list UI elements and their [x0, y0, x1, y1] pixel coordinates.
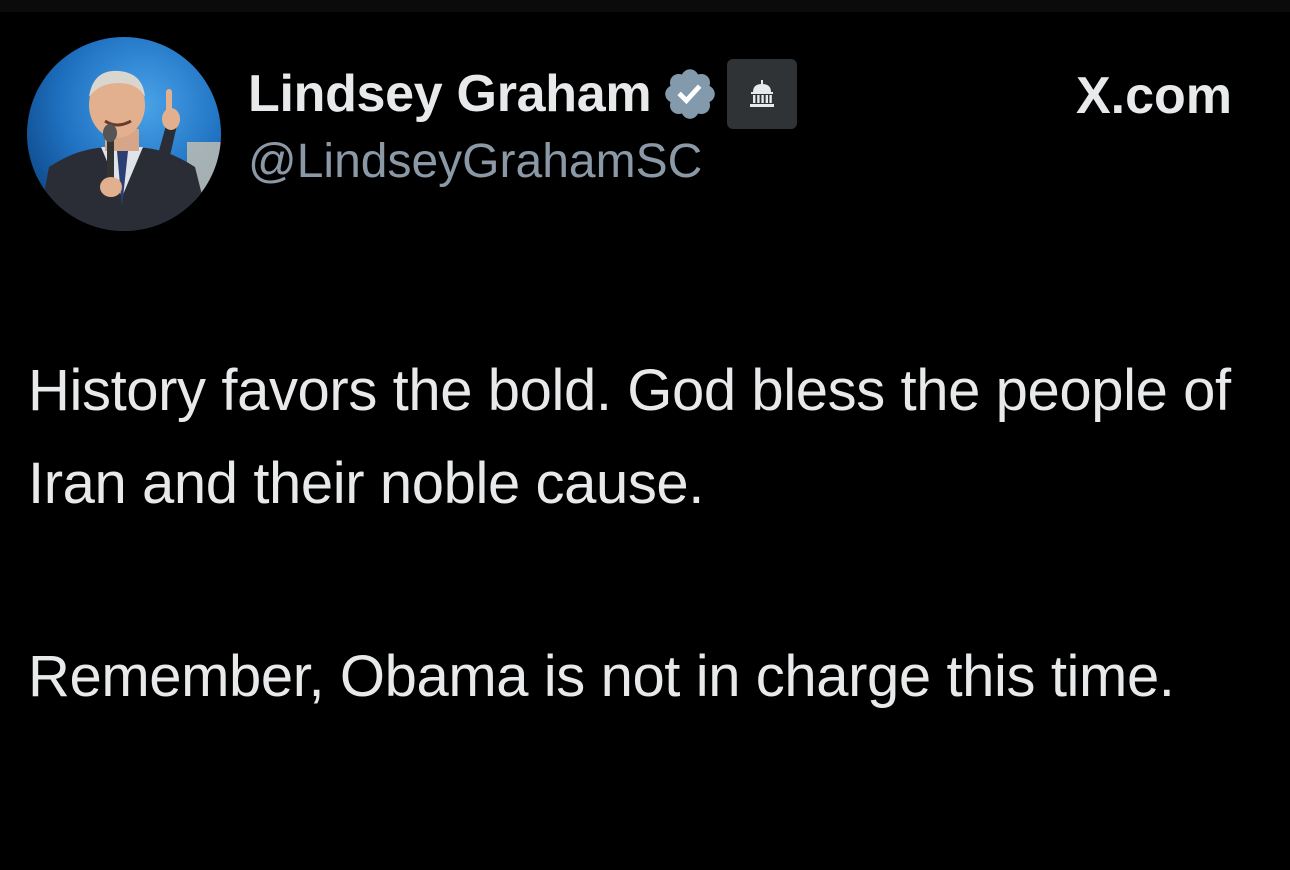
post-card: Lindsey Graham @LindseyGrahamSC X.com Hi… [0, 0, 1290, 870]
tweet-text: History favors the bold. God bless the p… [28, 344, 1258, 723]
avatar-image [27, 37, 221, 231]
author-avatar[interactable] [27, 37, 221, 231]
site-label: X.com [1075, 67, 1232, 125]
government-building-icon[interactable] [727, 59, 798, 129]
author-handle[interactable]: @LindseyGrahamSC [248, 132, 797, 192]
author-display-name[interactable]: Lindsey Graham [248, 58, 652, 130]
tweet-paragraph: History favors the bold. God bless the p… [28, 358, 1231, 516]
author-identity: Lindsey Graham @LindseyGrahamSC [248, 58, 798, 192]
name-row: Lindsey Graham [248, 58, 798, 130]
tweet-paragraph: Remember, Obama is not in charge this ti… [28, 644, 1175, 709]
verified-badge-icon[interactable] [661, 65, 719, 123]
